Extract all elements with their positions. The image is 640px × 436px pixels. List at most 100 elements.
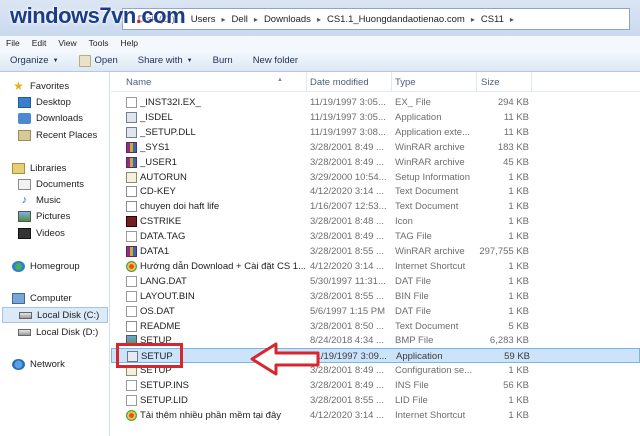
watermark-logo: windows7vn.com — [10, 3, 186, 28]
breadcrumb-cs11-parent[interactable]: CS1.1_Huongdandaotienao.com — [323, 14, 469, 25]
file-date: 3/28/2001 8:49 ... — [310, 156, 384, 168]
menu-view[interactable]: View — [58, 38, 76, 48]
file-name: LANG.DAT — [140, 275, 187, 287]
column-resize-handle[interactable] — [476, 72, 477, 92]
nav-recent-places[interactable]: Recent Places — [18, 130, 97, 141]
file-size: 1 KB — [508, 231, 529, 243]
file-date: 3/28/2001 8:49 ... — [310, 231, 384, 243]
file-row[interactable]: _SETUP.DLL 11/19/1997 3:08... Application … — [111, 125, 640, 140]
breadcrumb-separator-icon[interactable]: ▸ — [252, 15, 260, 24]
nav-libraries[interactable]: Libraries — [12, 163, 66, 174]
file-row[interactable]: _USER1 3/28/2001 8:49 ... WinRAR archive 45… — [111, 155, 640, 170]
nav-homegroup[interactable]: Homegroup — [12, 261, 80, 272]
file-type: WinRAR archive — [395, 141, 465, 153]
file-row[interactable]: _ISDEL 11/19/1997 3:05... Application 11 KB — [111, 110, 640, 125]
breadcrumb-separator-icon[interactable]: ▸ — [508, 15, 516, 24]
highlight-box — [116, 343, 183, 368]
file-row[interactable]: LANG.DAT 5/30/1997 11:31... DAT File 1 KB — [111, 274, 640, 289]
column-header-type[interactable]: Type — [395, 77, 416, 88]
file-row[interactable]: Hướng dẫn Download + Cài đặt CS 1... 4/12… — [111, 259, 640, 274]
file-date: 3/28/2001 8:48 ... — [310, 216, 384, 228]
organize-button[interactable]: Organize ▼ — [10, 55, 59, 66]
rar-file-icon — [126, 246, 137, 257]
file-row[interactable]: LAYOUT.BIN 3/28/2001 8:55 ... BIN File 1 KB — [111, 289, 640, 304]
drive-icon — [18, 329, 31, 336]
nav-network[interactable]: Network — [12, 359, 65, 370]
file-row[interactable]: Tải thêm nhiều phần mềm tại đây 4/12/2020… — [111, 408, 640, 423]
file-row[interactable]: CSTRIKE 3/28/2001 8:48 ... Icon 1 KB — [111, 214, 640, 229]
column-header-date[interactable]: Date modified — [310, 77, 369, 88]
downloads-icon — [18, 113, 31, 124]
nav-local-disk-c[interactable]: Local Disk (C:) — [2, 307, 108, 323]
file-type: DAT File — [395, 305, 432, 317]
sort-ascending-icon: ▲ — [277, 77, 283, 83]
red-arrow-icon — [250, 342, 320, 376]
column-header-name[interactable]: Name — [126, 77, 151, 88]
new-folder-button[interactable]: New folder — [253, 55, 298, 66]
nav-favorites[interactable]: ★ Favorites — [12, 79, 69, 93]
nav-computer[interactable]: Computer — [12, 293, 72, 304]
star-icon: ★ — [13, 79, 24, 93]
burn-button[interactable]: Burn — [213, 55, 233, 66]
nav-desktop[interactable]: Desktop — [18, 97, 71, 108]
file-row[interactable]: CD-KEY 4/12/2020 3:14 ... Text Document 1 K… — [111, 184, 640, 199]
file-file-icon — [126, 305, 137, 317]
breadcrumb-separator-icon[interactable]: ▸ — [469, 15, 477, 24]
menu-file[interactable]: File — [6, 38, 20, 48]
menu-edit[interactable]: Edit — [32, 38, 47, 48]
file-row[interactable]: README 3/28/2001 8:50 ... Text Document 5 K… — [111, 319, 640, 334]
nav-label: Computer — [30, 293, 72, 304]
file-row[interactable]: _INST32I.EX_ 11/19/1997 3:05... EX_ File 29… — [111, 95, 640, 110]
file-date: 3/28/2001 8:55 ... — [310, 290, 384, 302]
share-with-button[interactable]: Share with ▼ — [138, 55, 193, 66]
nav-documents[interactable]: Documents — [18, 179, 84, 190]
file-name: Hướng dẫn Download + Cài đặt CS 1... — [140, 260, 306, 272]
file-type: Setup Information — [395, 171, 470, 183]
breadcrumb-separator-icon[interactable]: ▸ — [220, 15, 228, 24]
file-row[interactable]: SETUP.LID 3/28/2001 8:55 ... LID File 1 KB — [111, 393, 640, 408]
file-name: _SETUP.DLL — [140, 126, 196, 138]
nav-label: Pictures — [36, 211, 71, 222]
address-bar[interactable]: l Disk (C:) ▸ Users ▸ Dell ▸ Downloads ▸… — [122, 8, 630, 30]
nav-videos[interactable]: Videos — [18, 228, 65, 239]
file-file-icon — [126, 380, 137, 392]
nav-local-disk-d[interactable]: Local Disk (D:) — [18, 327, 98, 338]
file-row[interactable]: SETUP 3/28/2001 8:49 ... Configuration se.… — [111, 363, 640, 378]
chevron-down-icon: ▼ — [52, 57, 59, 64]
file-row[interactable]: DATA.TAG 3/28/2001 8:49 ... TAG File 1 KB — [111, 229, 640, 244]
breadcrumb-users[interactable]: Users — [187, 14, 220, 25]
breadcrumb-separator-icon[interactable]: ▸ — [315, 15, 323, 24]
nav-music[interactable]: ♪ Music — [18, 195, 61, 207]
file-row[interactable]: OS.DAT 5/6/1997 1:15 PM DAT File 1 KB — [111, 304, 640, 319]
libraries-icon — [12, 163, 25, 174]
file-date: 4/12/2020 3:14 ... — [310, 260, 384, 272]
file-date: 3/28/2001 8:49 ... — [310, 365, 384, 377]
file-row[interactable]: SETUP 8/24/2018 4:34 ... BMP File 6,283 KB — [111, 333, 640, 348]
file-row[interactable]: SETUP.INS 3/28/2001 8:49 ... INS File 56 KB — [111, 378, 640, 393]
menu-help[interactable]: Help — [120, 38, 137, 48]
breadcrumb-dell[interactable]: Dell — [228, 14, 252, 25]
documents-icon — [18, 179, 31, 190]
breadcrumb-downloads[interactable]: Downloads — [260, 14, 315, 25]
column-resize-handle[interactable] — [531, 72, 532, 92]
breadcrumb-cs11[interactable]: CS11 — [477, 14, 508, 25]
share-with-label: Share with — [137, 55, 183, 66]
menu-tools[interactable]: Tools — [89, 38, 109, 48]
nav-pictures[interactable]: Pictures — [18, 211, 70, 222]
file-file-icon — [126, 275, 137, 287]
open-button[interactable]: Open — [78, 54, 118, 67]
nav-downloads[interactable]: Downloads — [18, 113, 83, 124]
file-date: 1/16/2007 12:53... — [310, 201, 387, 213]
file-row[interactable]: DATA1 3/28/2001 8:55 ... WinRAR archive 297… — [111, 244, 640, 259]
column-header-size[interactable]: Size — [481, 77, 499, 88]
file-row[interactable]: chuyen doi haft life 1/16/2007 12:53... Te… — [111, 199, 640, 214]
file-date: 5/6/1997 1:15 PM — [310, 305, 385, 317]
column-resize-handle[interactable] — [306, 72, 307, 92]
navigation-pane: ★ Favorites Desktop Downloads Recent Pla… — [0, 72, 110, 436]
file-row[interactable]: AUTORUN 3/29/2000 10:54... Setup Informati… — [111, 170, 640, 185]
file-row[interactable]: _SYS1 3/28/2001 8:49 ... WinRAR archive 183… — [111, 140, 640, 155]
column-resize-handle[interactable] — [391, 72, 392, 92]
file-name: README — [140, 320, 181, 332]
file-row-selected[interactable]: SETUP 11/19/1997 3:09... Application 59 KB — [111, 348, 640, 364]
file-size: 56 KB — [503, 380, 529, 392]
